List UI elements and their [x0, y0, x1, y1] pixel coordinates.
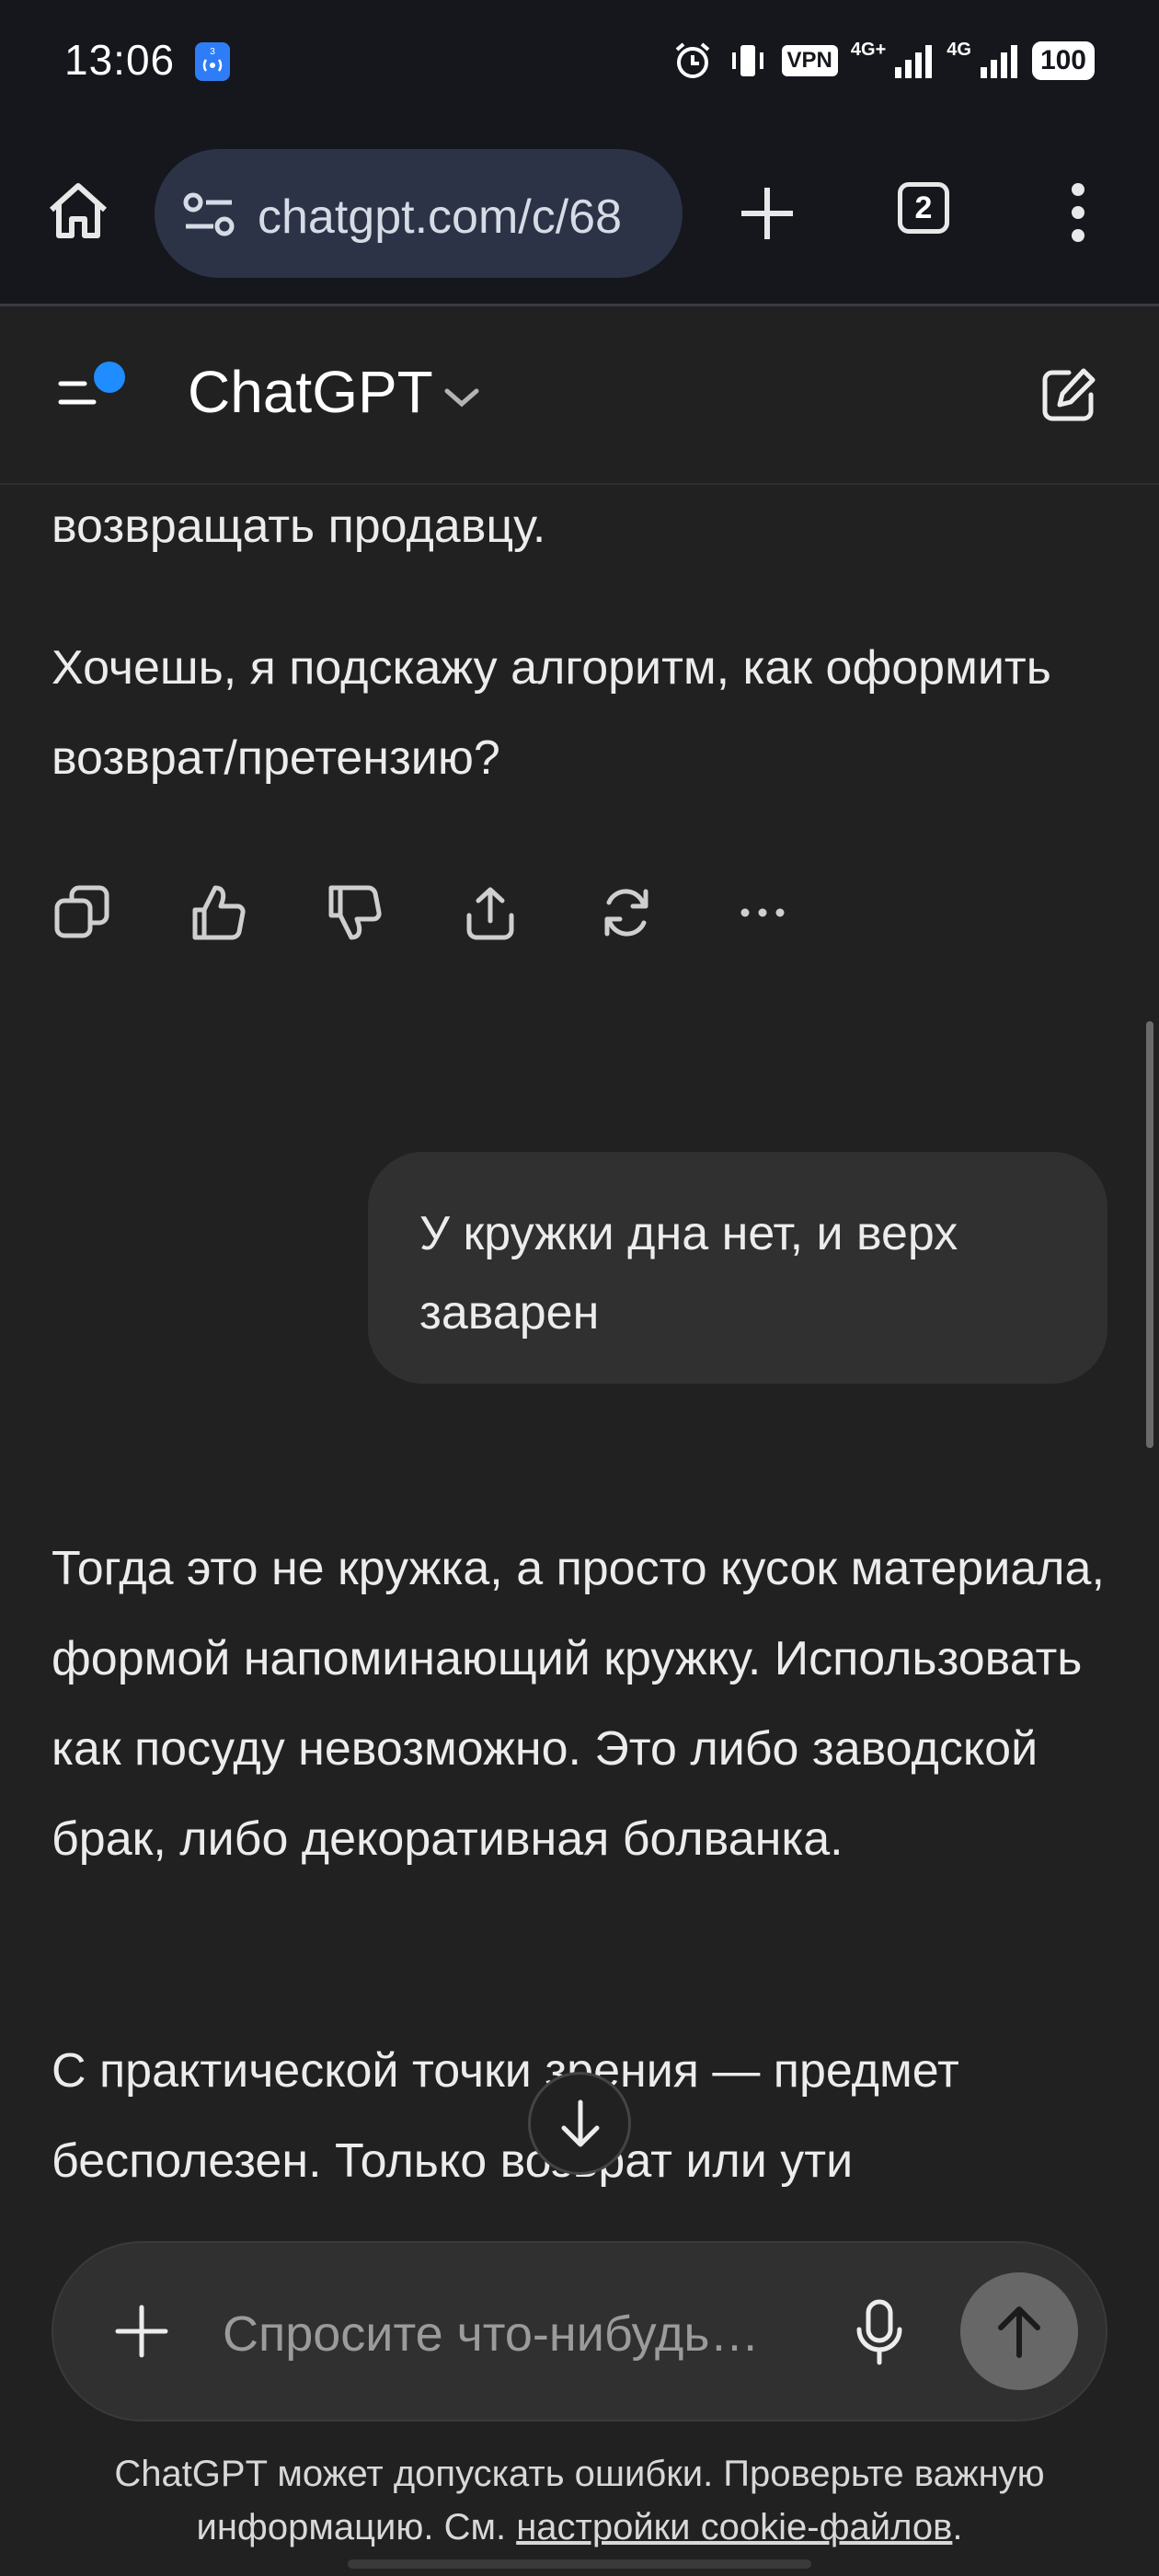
arrow-down-icon	[561, 2099, 600, 2147]
user-message-bubble: У кружки дна нет, и верх заварен	[368, 1152, 1107, 1384]
chat-header: ChatGPT	[0, 306, 1159, 485]
message-actions	[52, 876, 793, 949]
more-options-icon[interactable]	[732, 882, 793, 943]
status-time: 13:06	[64, 36, 176, 84]
home-indicator[interactable]	[348, 2559, 811, 2569]
copy-icon[interactable]	[52, 882, 112, 943]
model-selector-title[interactable]: ChatGPT	[188, 358, 433, 426]
assistant-message-text: Тогда это не кружка, а просто кусок мате…	[52, 1542, 1105, 1866]
vpn-badge: VPN	[781, 45, 838, 76]
url-text[interactable]: chatgpt.com/c/68	[258, 190, 662, 245]
vibrate-icon	[731, 45, 763, 76]
signal-icon	[895, 45, 933, 78]
network-label-2: 4G	[947, 39, 971, 60]
thumbs-up-icon[interactable]	[188, 882, 248, 943]
browser-toolbar: chatgpt.com/c/68 2	[0, 129, 1159, 306]
assistant-message-text: возвращать продавцу.	[52, 500, 546, 553]
share-icon[interactable]	[460, 882, 521, 943]
hotspot-icon: 3	[195, 42, 230, 81]
signal-icon	[980, 45, 1017, 78]
regenerate-icon[interactable]	[596, 882, 657, 943]
new-tab-icon[interactable]	[736, 182, 798, 245]
new-chat-icon[interactable]	[1038, 363, 1100, 426]
notification-dot	[94, 362, 125, 393]
site-settings-icon[interactable]	[182, 191, 237, 237]
scroll-to-bottom-button[interactable]	[528, 2072, 631, 2175]
send-button[interactable]	[960, 2272, 1078, 2390]
plus-icon[interactable]	[114, 2304, 169, 2359]
address-bar[interactable]: chatgpt.com/c/68	[155, 149, 683, 278]
battery-indicator: 100	[1031, 41, 1095, 80]
alarm-icon	[675, 42, 709, 78]
chevron-down-icon[interactable]	[442, 384, 482, 411]
home-icon[interactable]	[44, 177, 112, 245]
more-menu-icon[interactable]	[1067, 180, 1089, 245]
cookie-settings-link[interactable]: настройки cookie-файлов	[516, 2507, 952, 2547]
disclaimer: ChatGPT может допускать ошибки. Проверьт…	[37, 2447, 1122, 2554]
network-label-1: 4G+	[850, 39, 887, 60]
message-composer	[52, 2241, 1107, 2421]
arrow-up-icon	[998, 2306, 1040, 2358]
message-input[interactable]	[221, 2296, 859, 2372]
status-icons: VPN 4G+ 4G 100	[671, 35, 1095, 86]
assistant-message-text: Хочешь, я подскажу алгоритм, как оформит…	[52, 641, 1051, 785]
status-bar: 13:06 3 VPN 4G+ 4G 100	[0, 0, 1159, 129]
tab-switcher-button[interactable]: 2	[898, 182, 949, 234]
thumbs-down-icon[interactable]	[324, 882, 384, 943]
scrollbar[interactable]	[1146, 1021, 1153, 1448]
microphone-icon[interactable]	[854, 2296, 905, 2370]
svg-text:3: 3	[210, 47, 215, 57]
disclaimer-period: .	[952, 2507, 963, 2547]
